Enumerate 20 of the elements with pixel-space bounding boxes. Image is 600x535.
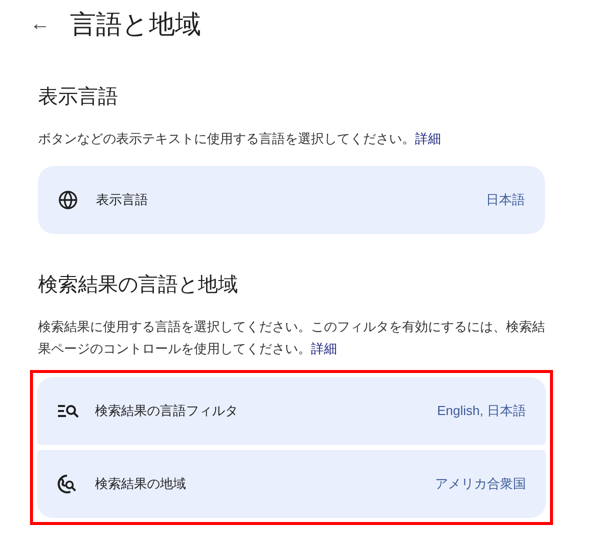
row-value: アメリカ合衆国	[435, 475, 526, 494]
back-button[interactable]: ←	[30, 14, 50, 34]
globe-search-icon	[57, 474, 77, 494]
section-heading: 表示言語	[38, 85, 119, 110]
section-description: 検索結果に使用する言語を選択してください。このフィルタを有効にするには、検索結果ページのコントロールを使用してください。詳細	[38, 318, 545, 358]
section-heading: 検索結果の言語と地域	[38, 273, 239, 298]
details-link[interactable]: 詳細	[311, 341, 337, 356]
details-link[interactable]: 詳細	[415, 131, 441, 146]
settings-row[interactable]: 表示言語 日本語	[38, 166, 545, 234]
globe-icon	[58, 190, 78, 210]
settings-row[interactable]: 検索結果の言語フィルタ English, 日本語	[37, 377, 546, 445]
row-label: 表示言語	[96, 191, 149, 210]
row-label: 検索結果の言語フィルタ	[95, 402, 239, 420]
row-value: English, 日本語	[437, 402, 526, 420]
filter-search-icon	[57, 403, 79, 419]
row-label: 検索結果の地域	[95, 475, 187, 494]
page-title: 言語と地域	[70, 8, 201, 40]
row-value: 日本語	[486, 191, 525, 210]
settings-row[interactable]: 検索結果の地域 アメリカ合衆国	[37, 450, 546, 518]
section-description: ボタンなどの表示テキストに使用する言語を選択してください。詳細	[38, 130, 442, 148]
